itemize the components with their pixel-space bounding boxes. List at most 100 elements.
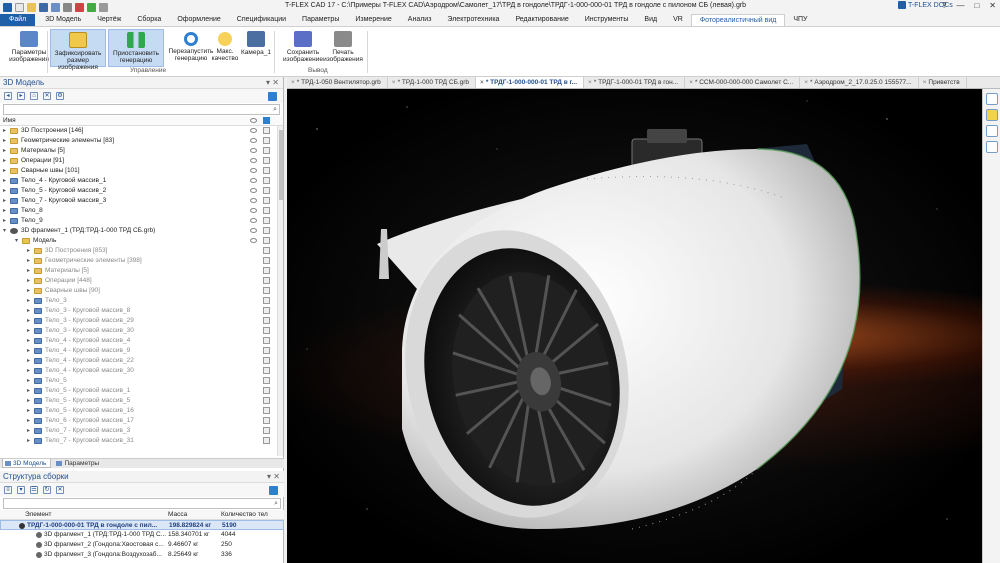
expand-toggle-icon[interactable]: ▾ <box>3 228 7 234</box>
tab-10[interactable]: Редактирование <box>507 14 576 26</box>
tree-item[interactable]: ▾ Модель <box>0 236 283 246</box>
save-icon[interactable] <box>39 2 48 12</box>
tree-item[interactable]: ▸ Тело_5 - Круговой массив_5 <box>0 396 283 406</box>
table-row[interactable]: ТРДГ-1-000-000-01 ТРД в гондоле с пил...… <box>0 520 284 530</box>
tree-item[interactable]: ▸ Тело_4 - Круговой массив_22 <box>0 356 283 366</box>
tree-item[interactable]: ▸ Тело_7 - Круговой массив_3 <box>0 196 283 206</box>
tree-item[interactable]: ▸ Тело_5 - Круговой массив_1 <box>0 386 283 396</box>
layer-icon[interactable] <box>263 397 270 404</box>
tree-item[interactable]: ▾ 3D фрагмент_1 (ТРД:ТРД-1-000 ТРД СБ.grb… <box>0 226 283 236</box>
table-row[interactable]: 3D фрагмент_1 (ТРД:ТРД-1-000 ТРД С... 158… <box>0 530 284 540</box>
pause-generation-button[interactable]: Приостановить генерацию <box>108 29 164 67</box>
column-body-count[interactable]: Количество тел <box>221 510 277 520</box>
expand-toggle-icon[interactable]: ▸ <box>27 288 31 294</box>
column-mass[interactable]: Масса <box>168 510 220 520</box>
customize-qat-icon[interactable] <box>99 2 108 12</box>
tab-file[interactable]: Файл <box>0 14 36 26</box>
layer-icon[interactable] <box>263 437 270 444</box>
expand-toggle-icon[interactable]: ▸ <box>3 128 7 134</box>
expand-toggle-icon[interactable]: ▸ <box>27 278 31 284</box>
home-icon[interactable]: ⌂ <box>30 92 38 100</box>
tab-9[interactable]: Электротехника <box>439 14 507 26</box>
expand-toggle-icon[interactable]: ▸ <box>27 318 31 324</box>
settings-icon[interactable]: ⚙ <box>56 92 64 100</box>
assembly-search-input[interactable]: ⌕ <box>3 498 281 509</box>
layer-icon[interactable] <box>263 247 270 254</box>
tab-13[interactable]: VR <box>665 14 691 26</box>
column-element[interactable]: Элемент <box>25 510 165 520</box>
layer-icon[interactable] <box>263 317 270 324</box>
tree-item[interactable]: ▸ Тело_3 - Круговой массив_30 <box>0 326 283 336</box>
tab-4[interactable]: Оформление <box>169 14 228 26</box>
layer-icon[interactable] <box>263 167 270 174</box>
stop-icon[interactable]: ✕ <box>43 92 51 100</box>
tree-item[interactable]: ▸ Геометрические элементы [398] <box>0 256 283 266</box>
view-cube-icon[interactable] <box>985 93 998 105</box>
table-row[interactable]: 3D фрагмент_3 (Гондола:Воздухозаб... 8.25… <box>0 550 284 560</box>
clear-icon[interactable]: ✕ <box>56 486 64 494</box>
table-row[interactable]: 3D фрагмент_2 (Гондола:Хвостовая с... 9.4… <box>0 540 284 550</box>
camera-view-icon[interactable] <box>985 125 998 137</box>
expand-toggle-icon[interactable]: ▸ <box>27 378 31 384</box>
expand-toggle-icon[interactable]: ▸ <box>27 298 31 304</box>
settings-side-icon[interactable] <box>985 141 998 153</box>
camera-select[interactable]: Камера_1 <box>240 29 272 67</box>
layer-icon[interactable] <box>263 297 270 304</box>
layer-icon[interactable] <box>263 347 270 354</box>
expand-toggle-icon[interactable]: ▸ <box>27 398 31 404</box>
visibility-icon[interactable] <box>250 158 257 163</box>
tree-item[interactable]: ▸ Сварные швы [101] <box>0 166 283 176</box>
visibility-icon[interactable] <box>250 128 257 133</box>
document-tab[interactable]: × * ТРД-1-000 ТРД СБ.grb <box>388 77 477 88</box>
close-tab-icon[interactable]: × <box>923 79 927 86</box>
tree-item[interactable]: ▸ Тело_7 - Круговой массив_31 <box>0 436 283 446</box>
layer-icon[interactable] <box>263 127 270 134</box>
expand-toggle-icon[interactable]: ▸ <box>27 268 31 274</box>
tree-item[interactable]: ▸ 3D Построения [853] <box>0 246 283 256</box>
tree-item[interactable]: ▸ Тело_8 <box>0 206 283 216</box>
assembly-filter-icon[interactable] <box>269 486 278 495</box>
layer-icon[interactable] <box>263 387 270 394</box>
expand-toggle-icon[interactable]: ▸ <box>3 178 7 184</box>
layer-icon[interactable] <box>263 187 270 194</box>
expand-toggle-icon[interactable]: ▸ <box>27 248 31 254</box>
layer-icon[interactable] <box>263 357 270 364</box>
document-tab[interactable]: × * ТРДГ-1-000-01 ТРД в гон... <box>584 77 686 88</box>
columns-icon[interactable]: ☰ <box>30 486 38 494</box>
tree-item[interactable]: ▸ 3D Построения [146] <box>0 126 283 136</box>
layer-icon[interactable] <box>263 257 270 264</box>
visibility-icon[interactable] <box>250 168 257 173</box>
tab-12[interactable]: Вид <box>636 14 665 26</box>
print-icon[interactable] <box>63 2 72 12</box>
visibility-icon[interactable] <box>250 148 257 153</box>
layer-icon[interactable] <box>263 267 270 274</box>
close-tab-icon[interactable]: × <box>392 79 396 86</box>
expand-toggle-icon[interactable]: ▸ <box>3 158 7 164</box>
tab-11[interactable]: Инструменты <box>577 14 637 26</box>
close-tab-icon[interactable]: × <box>689 79 693 86</box>
help-icon[interactable]: ? <box>942 1 946 10</box>
layer-icon[interactable] <box>263 307 270 314</box>
visibility-icon[interactable] <box>250 228 257 233</box>
filter-icon[interactable] <box>268 92 277 101</box>
close-icon[interactable]: ✕ <box>989 1 996 10</box>
layer-icon[interactable] <box>263 177 270 184</box>
close-tab-icon[interactable]: × <box>291 79 295 86</box>
layer-icon[interactable] <box>263 207 270 214</box>
tree-item[interactable]: ▸ Операции [448] <box>0 276 283 286</box>
assembly-panel-pin-icon[interactable]: ▾ ✕ <box>267 471 280 483</box>
close-tab-icon[interactable]: × <box>588 79 592 86</box>
document-tab[interactable]: × * ТРДГ-1-000-000-01 ТРД в г... <box>476 77 584 88</box>
visibility-icon[interactable] <box>250 188 257 193</box>
document-tab[interactable]: × Приветств <box>919 77 967 88</box>
tree-item[interactable]: ▸ Тело_4 - Круговой массив_9 <box>0 346 283 356</box>
tree-item[interactable]: ▸ Тело_7 - Круговой массив_3 <box>0 426 283 436</box>
tree-item[interactable]: ▸ Геометрические элементы [83] <box>0 136 283 146</box>
close-tab-icon[interactable]: × <box>480 79 484 86</box>
layer-icon[interactable] <box>263 407 270 414</box>
expand-toggle-icon[interactable]: ▸ <box>3 168 7 174</box>
visibility-icon[interactable] <box>250 208 257 213</box>
layer-icon[interactable] <box>263 327 270 334</box>
layer-icon[interactable] <box>263 217 270 224</box>
tab-5[interactable]: Спецификации <box>229 14 294 26</box>
